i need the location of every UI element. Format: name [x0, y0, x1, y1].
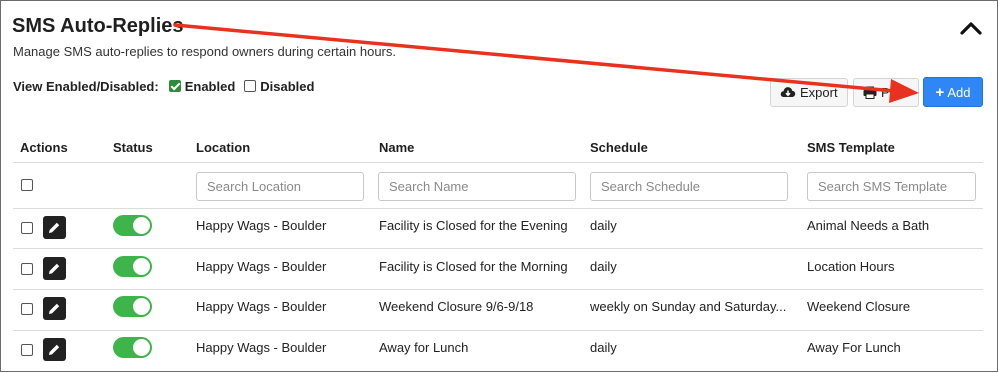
divider [13, 162, 983, 163]
edit-button[interactable] [43, 216, 66, 239]
toggle-knob [133, 217, 150, 234]
print-label: Print [881, 85, 908, 100]
status-toggle[interactable] [113, 256, 152, 277]
schedule-cell: daily [590, 259, 617, 274]
status-toggle[interactable] [113, 337, 152, 358]
name-cell: Facility is Closed for the Morning [379, 259, 568, 274]
disabled-checkbox[interactable] [244, 80, 257, 92]
sms-template-cell: Away For Lunch [807, 340, 901, 355]
filter-enabled-option[interactable]: Enabled [168, 78, 236, 94]
pencil-icon [49, 344, 60, 355]
export-button[interactable]: Export [770, 78, 848, 107]
sms-template-cell: Location Hours [807, 259, 895, 274]
enabled-checkbox[interactable] [168, 80, 181, 92]
print-button[interactable]: Print [853, 78, 919, 107]
column-header-location: Location [196, 140, 251, 155]
column-header-actions: Actions [20, 140, 68, 155]
filter-label: View Enabled/Disabled: [13, 78, 159, 94]
search-location-input[interactable] [196, 172, 364, 201]
disabled-label: Disabled [260, 78, 315, 94]
row-checkbox[interactable] [21, 344, 33, 356]
name-cell: Away for Lunch [379, 340, 469, 355]
row-checkbox[interactable] [21, 263, 33, 275]
page-title: SMS Auto-Replies [12, 15, 184, 37]
printer-icon [863, 86, 877, 99]
search-schedule-input[interactable] [590, 172, 788, 201]
export-label: Export [800, 85, 838, 100]
name-cell: Weekend Closure 9/6-9/18 [379, 299, 534, 314]
enabled-label: Enabled [184, 78, 236, 94]
pencil-icon [49, 303, 60, 314]
toggle-knob [133, 258, 150, 275]
filter-disabled-option[interactable]: Disabled [244, 79, 314, 94]
status-toggle[interactable] [113, 296, 152, 317]
location-cell: Happy Wags - Boulder [196, 259, 327, 274]
add-label: Add [947, 84, 971, 100]
table-row: Happy Wags - Boulder Away for Lunch dail… [1, 330, 998, 370]
toggle-knob [133, 298, 150, 315]
sms-template-cell: Animal Needs a Bath [807, 218, 930, 233]
schedule-cell: daily [590, 340, 617, 355]
add-button[interactable]: + Add [923, 77, 983, 107]
pencil-icon [49, 263, 60, 274]
table-row: Happy Wags - Boulder Facility is Closed … [1, 249, 998, 289]
column-header-status: Status [113, 140, 153, 155]
pencil-icon [49, 222, 60, 233]
search-name-input[interactable] [378, 172, 576, 201]
toggle-knob [133, 339, 150, 356]
sms-auto-replies-panel: SMS Auto-Replies Manage SMS auto-replies… [0, 0, 998, 372]
chevron-up-icon [960, 22, 982, 35]
edit-button[interactable] [43, 338, 66, 361]
location-cell: Happy Wags - Boulder [196, 299, 327, 314]
edit-button[interactable] [43, 297, 66, 320]
table-row: Happy Wags - Boulder Weekend Closure 9/6… [1, 289, 998, 329]
schedule-cell: daily [590, 218, 617, 233]
name-cell: Facility is Closed for the Evening [379, 218, 568, 233]
table-row: Happy Wags - Boulder Facility is Closed … [1, 208, 998, 248]
schedule-cell: weekly on Sunday and Saturday... [590, 299, 787, 314]
page-subtitle: Manage SMS auto-replies to respond owner… [13, 44, 396, 59]
row-checkbox[interactable] [21, 222, 33, 234]
location-cell: Happy Wags - Boulder [196, 340, 327, 355]
search-sms-template-input[interactable] [807, 172, 976, 201]
edit-button[interactable] [43, 257, 66, 280]
collapse-button[interactable] [959, 18, 983, 38]
column-header-schedule: Schedule [590, 140, 648, 155]
status-filter: View Enabled/Disabled: Enabled Disabled [13, 78, 323, 94]
location-cell: Happy Wags - Boulder [196, 218, 327, 233]
status-toggle[interactable] [113, 215, 152, 236]
plus-icon: + [935, 83, 945, 101]
row-checkbox[interactable] [21, 303, 33, 315]
select-all-checkbox[interactable] [21, 179, 33, 191]
column-header-sms-template: SMS Template [807, 140, 895, 155]
column-header-name: Name [379, 140, 415, 155]
cloud-download-icon [780, 87, 796, 97]
sms-template-cell: Weekend Closure [807, 299, 911, 314]
